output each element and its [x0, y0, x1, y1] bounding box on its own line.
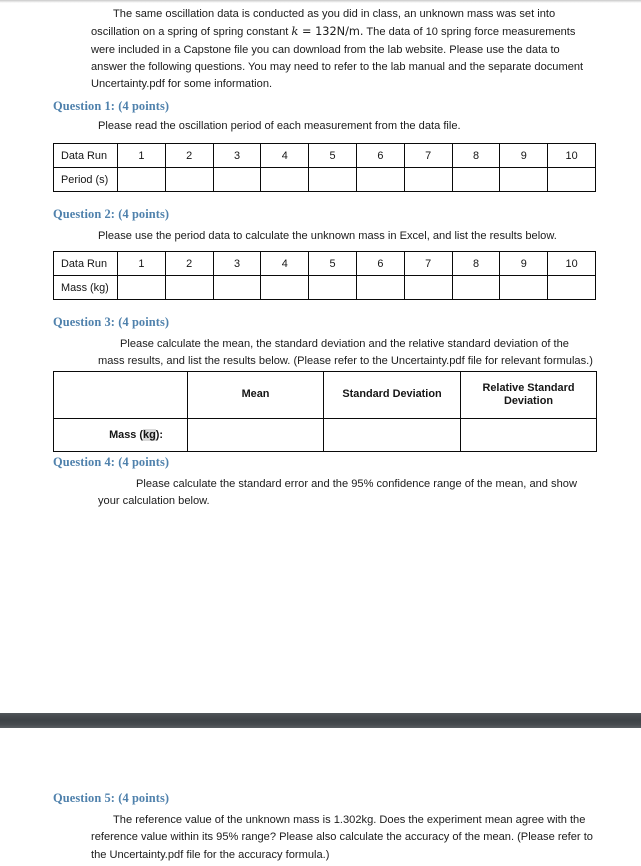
table-row: Mass (kg) [53, 275, 596, 300]
mass-input-cell[interactable] [212, 275, 262, 300]
question-1-prompt-block: Please read the oscillation period of ea… [53, 118, 596, 135]
run-header-cell: 1 [117, 251, 166, 276]
run-header-cell: 7 [403, 143, 453, 168]
question-5-prompt: The reference value of the unknown mass … [91, 814, 593, 861]
run-header-cell: 10 [547, 143, 596, 168]
period-input-cell[interactable] [451, 167, 501, 192]
mass-input-cell[interactable] [499, 275, 549, 300]
run-header-cell: 4 [260, 251, 310, 276]
run-header-cell: 9 [499, 143, 549, 168]
question-4-prompt-block: Please calculate the standard error and … [53, 476, 596, 511]
mass-table-row-label: Data Run [53, 251, 118, 276]
statistics-table: Mean Standard Deviation Relative Standar… [53, 371, 597, 452]
stats-header-mean: Mean [187, 371, 324, 419]
mass-input-cell[interactable] [355, 275, 405, 300]
period-table-row-label-2: Period (s) [53, 167, 118, 192]
stats-input-cell-mean[interactable] [187, 418, 324, 452]
question-3-heading: Question 3: (4 points) [53, 315, 170, 329]
stats-table-corner [53, 371, 188, 419]
run-header-cell: 2 [164, 251, 214, 276]
spring-constant-value: = 132N/m. [298, 25, 364, 39]
stats-input-cell-sd[interactable] [323, 418, 461, 452]
question-2-block: Question 2: (4 points) [53, 206, 596, 223]
mass-input-cell[interactable] [117, 275, 166, 300]
table-row: Data Run 1 2 3 4 5 6 7 8 9 10 [53, 251, 596, 276]
mass-input-cell[interactable] [164, 275, 214, 300]
stats-row-label-mass: Mass (kg): [53, 418, 188, 452]
run-header-cell: 1 [117, 143, 166, 168]
mass-table-row-label-2: Mass (kg) [53, 275, 118, 300]
stats-row-label-highlight: kg [143, 429, 156, 441]
question-5-prompt-block: The reference value of the unknown mass … [53, 812, 596, 864]
intro-paragraph-block: The same oscillation data is conducted a… [53, 6, 596, 93]
question-1-block: Question 1: (4 points) [53, 98, 596, 115]
run-header-cell: 10 [547, 251, 596, 276]
stats-header-standard-deviation: Standard Deviation [323, 371, 461, 419]
run-header-cell: 5 [308, 143, 357, 168]
page-break-divider [0, 713, 641, 728]
mass-input-cell[interactable] [451, 275, 501, 300]
table-row: Data Run 1 2 3 4 5 6 7 8 9 10 [53, 143, 596, 168]
question-5-heading: Question 5: (4 points) [53, 791, 170, 805]
intro-paragraph: The same oscillation data is conducted a… [53, 6, 596, 93]
run-header-cell: 2 [164, 143, 214, 168]
stats-row-label-suffix: ): [155, 429, 163, 441]
question-2-table-wrap: Data Run 1 2 3 4 5 6 7 8 9 10 Mass (kg) [53, 251, 596, 300]
mass-input-cell[interactable] [260, 275, 310, 300]
period-input-cell[interactable] [212, 167, 262, 192]
run-header-cell: 6 [355, 143, 405, 168]
question-4-heading: Question 4: (4 points) [53, 455, 170, 469]
run-header-cell: 8 [451, 251, 501, 276]
mass-table: Data Run 1 2 3 4 5 6 7 8 9 10 Mass (kg) [53, 251, 596, 300]
question-3-table-wrap: Mean Standard Deviation Relative Standar… [53, 371, 597, 452]
run-header-cell: 3 [212, 143, 262, 168]
period-input-cell[interactable] [260, 167, 310, 192]
question-1-prompt: Please read the oscillation period of ea… [98, 120, 461, 132]
run-header-cell: 8 [451, 143, 501, 168]
period-input-cell[interactable] [547, 167, 596, 192]
question-3-block: Question 3: (4 points) [53, 314, 596, 331]
question-4-prompt: Please calculate the standard error and … [98, 478, 577, 508]
question-2-prompt: Please use the period data to calculate … [98, 230, 557, 242]
period-input-cell[interactable] [117, 167, 166, 192]
question-1-table-wrap: Data Run 1 2 3 4 5 6 7 8 9 10 Period (s) [53, 143, 596, 192]
run-header-cell: 9 [499, 251, 549, 276]
page-top-edge [0, 0, 641, 3]
mass-input-cell[interactable] [403, 275, 453, 300]
question-3-prompt: Please calculate the mean, the standard … [98, 338, 593, 368]
table-row: Mass (kg): [53, 418, 597, 452]
question-3-prompt-block: Please calculate the mean, the standard … [53, 336, 596, 371]
stats-row-label-prefix: Mass ( [109, 429, 144, 441]
stats-input-cell-rsd[interactable] [460, 418, 597, 452]
run-header-cell: 5 [308, 251, 357, 276]
question-4-block: Question 4: (4 points) [53, 454, 596, 471]
period-input-cell[interactable] [403, 167, 453, 192]
run-header-cell: 6 [355, 251, 405, 276]
period-table: Data Run 1 2 3 4 5 6 7 8 9 10 Period (s) [53, 143, 596, 192]
table-row: Mean Standard Deviation Relative Standar… [53, 371, 597, 419]
run-header-cell: 7 [403, 251, 453, 276]
table-row: Period (s) [53, 167, 596, 192]
question-2-heading: Question 2: (4 points) [53, 207, 170, 221]
period-table-row-label: Data Run [53, 143, 118, 168]
stats-header-relative-standard-deviation: Relative Standard Deviation [460, 371, 597, 419]
period-input-cell[interactable] [499, 167, 549, 192]
run-header-cell: 4 [260, 143, 310, 168]
mass-input-cell[interactable] [547, 275, 596, 300]
run-header-cell: 3 [212, 251, 262, 276]
period-input-cell[interactable] [355, 167, 405, 192]
question-1-heading: Question 1: (4 points) [53, 99, 170, 113]
question-2-prompt-block: Please use the period data to calculate … [53, 228, 596, 245]
mass-input-cell[interactable] [308, 275, 357, 300]
question-5-block: Question 5: (4 points) [53, 790, 596, 807]
period-input-cell[interactable] [164, 167, 214, 192]
period-input-cell[interactable] [308, 167, 357, 192]
